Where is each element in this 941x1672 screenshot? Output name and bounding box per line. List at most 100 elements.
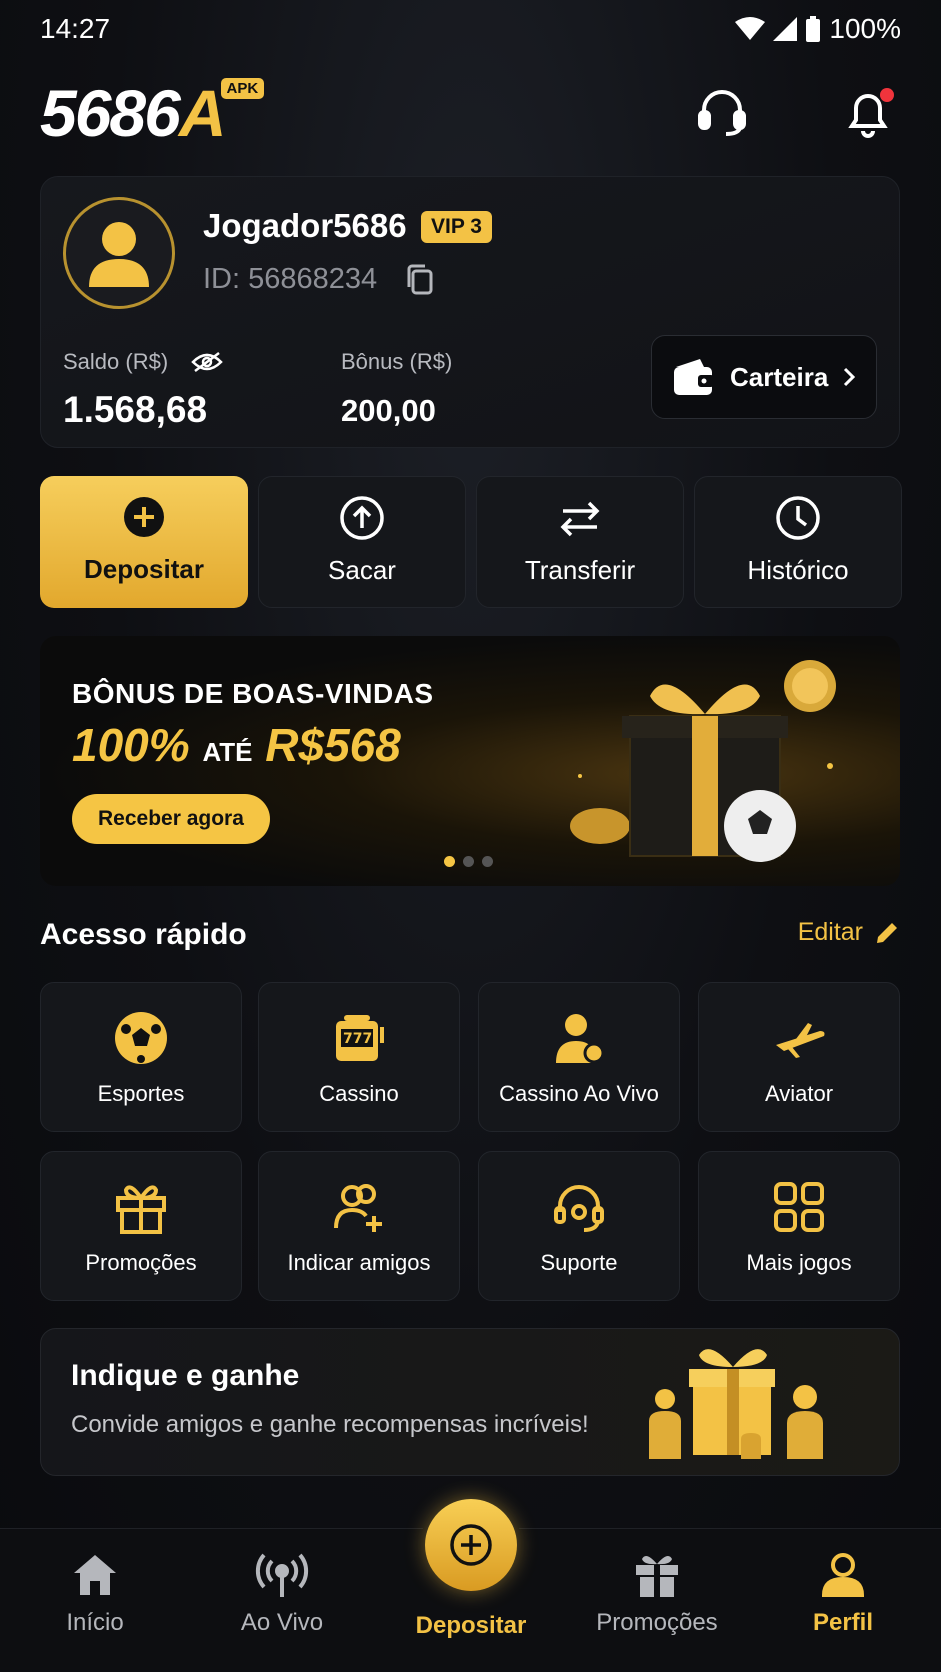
logo-text: 5686 [40, 76, 181, 150]
status-time: 14:27 [40, 13, 111, 44]
logo-accent: A [178, 76, 227, 150]
plus-circle-icon [450, 1524, 492, 1566]
nav-home[interactable]: Início [15, 1551, 175, 1637]
soccer-ball-icon [115, 1012, 167, 1064]
support-button[interactable] [694, 84, 750, 140]
quick-invite-friends[interactable]: Indicar amigos [258, 1151, 460, 1301]
transfer-label: Transferir [524, 555, 636, 585]
nav-deposit-button[interactable] [420, 1494, 522, 1596]
battery-percent: 100% [829, 13, 901, 44]
transfer-icon [560, 501, 600, 537]
quick-live-casino[interactable]: Cassino Ao Vivo [478, 982, 680, 1132]
live-dealer-icon [556, 1014, 605, 1064]
eye-off-icon[interactable] [191, 351, 223, 373]
chevron-right-icon [844, 367, 856, 387]
apk-badge: APK [220, 78, 265, 99]
plus-circle-icon [124, 497, 164, 537]
edit-quick-access-button[interactable]: Editar [798, 918, 901, 947]
user-icon [89, 222, 149, 287]
quick-casino[interactable]: 777 Cassino [258, 982, 460, 1132]
quick-access-title: Acesso rápido [40, 918, 247, 951]
user-id: ID: 56868234 [203, 263, 378, 295]
refer-subtitle: Convide amigos e ganhe recompensas incrí… [71, 1411, 589, 1438]
broadcast-icon [255, 1553, 309, 1597]
carousel-dot[interactable] [463, 856, 474, 867]
gift-icon [116, 1185, 166, 1234]
status-bar: 14:27 100% [40, 12, 901, 46]
promo-banner[interactable]: BÔNUS DE BOAS-VINDAS 100% ATÉ R$568 Rece… [40, 636, 900, 886]
avatar[interactable] [63, 197, 175, 309]
copy-id-button[interactable] [405, 263, 435, 297]
refer-title: Indique e ganhe [71, 1359, 300, 1392]
arrow-up-circle-icon [340, 496, 384, 540]
copy-icon [407, 264, 433, 295]
wifi-icon [735, 17, 766, 40]
deposit-button[interactable]: Depositar [40, 476, 248, 608]
balance-value: 1.568,68 [63, 389, 208, 430]
history-label: Histórico [747, 555, 849, 585]
wallet-button[interactable]: Carteira [651, 335, 877, 419]
quick-promotions-label: Promoções [85, 1250, 197, 1275]
home-icon [74, 1555, 116, 1595]
gift-icon [636, 1555, 678, 1597]
nav-live[interactable]: Ao Vivo [202, 1551, 362, 1637]
withdraw-label: Sacar [328, 555, 396, 585]
banner-amount: 100% ATÉ R$568 [72, 718, 401, 772]
nav-home-label: Início [66, 1609, 124, 1636]
nav-live-label: Ao Vivo [240, 1609, 324, 1636]
quick-more-games[interactable]: Mais jogos [698, 1151, 900, 1301]
bonus-label: Bônus (R$) [341, 349, 453, 374]
quick-promotions[interactable]: Promoções [40, 1151, 242, 1301]
banner-title: BÔNUS DE BOAS-VINDAS [72, 678, 434, 709]
svg-text:777: 777 [343, 1031, 372, 1047]
nav-promotions[interactable]: Promoções [577, 1551, 737, 1637]
edit-label: Editar [797, 918, 863, 946]
profile-card: Jogador5686 VIP 3 ID: 56868234 Saldo (R$… [40, 176, 900, 448]
username: Jogador5686 [203, 207, 407, 244]
grid-icon [774, 1182, 824, 1232]
nav-promotions-label: Promoções [596, 1609, 718, 1636]
battery-icon [806, 16, 821, 42]
quick-support-label: Suporte [540, 1250, 618, 1275]
refer-illustration [649, 1349, 823, 1459]
claim-bonus-button[interactable]: Receber agora [72, 794, 270, 844]
notification-dot [880, 88, 894, 102]
vip-badge: VIP 3 [421, 211, 492, 243]
pencil-icon [877, 922, 897, 943]
banner-value: R$568 [265, 719, 401, 771]
quick-sports-label: Esportes [97, 1081, 185, 1106]
quick-invite-friends-label: Indicar amigos [287, 1250, 431, 1275]
quick-aviator-label: Aviator [764, 1081, 834, 1106]
bonus-value: 200,00 [341, 393, 436, 428]
transfer-button[interactable]: Transferir [476, 476, 684, 608]
withdraw-button[interactable]: Sacar [258, 476, 466, 608]
headset-icon [554, 1185, 604, 1232]
carousel-dots[interactable] [444, 856, 493, 867]
quick-casino-label: Cassino [319, 1081, 399, 1106]
balance-label-text: Saldo (R$) [63, 349, 169, 374]
quick-support[interactable]: Suporte [478, 1151, 680, 1301]
nav-profile[interactable]: Perfil [763, 1551, 923, 1637]
wallet-label: Carteira [730, 361, 829, 392]
banner-percent: 100% [72, 719, 190, 771]
carousel-dot[interactable] [482, 856, 493, 867]
quick-sports[interactable]: Esportes [40, 982, 242, 1132]
app-logo[interactable]: 5686A APK [40, 76, 265, 150]
wallet-icon [674, 359, 714, 395]
carousel-dot[interactable] [444, 856, 455, 867]
balance-label: Saldo (R$) [63, 349, 168, 375]
quick-live-casino-label: Cassino Ao Vivo [499, 1081, 659, 1106]
history-button[interactable]: Histórico [694, 476, 902, 608]
nav-deposit-label: Depositar [415, 1612, 527, 1639]
headset-icon [698, 90, 746, 136]
nav-profile-label: Perfil [812, 1609, 874, 1636]
add-friend-icon [334, 1184, 382, 1232]
quick-aviator[interactable]: Aviator [698, 982, 900, 1132]
user-icon [821, 1553, 865, 1597]
gift-box-illustration [570, 660, 836, 862]
deposit-label: Depositar [84, 554, 204, 584]
airplane-icon [776, 1023, 825, 1058]
signal-icon [773, 17, 798, 41]
refer-card[interactable]: Indique e ganhe Convide amigos e ganhe r… [40, 1328, 900, 1476]
notifications-button[interactable] [840, 84, 896, 140]
